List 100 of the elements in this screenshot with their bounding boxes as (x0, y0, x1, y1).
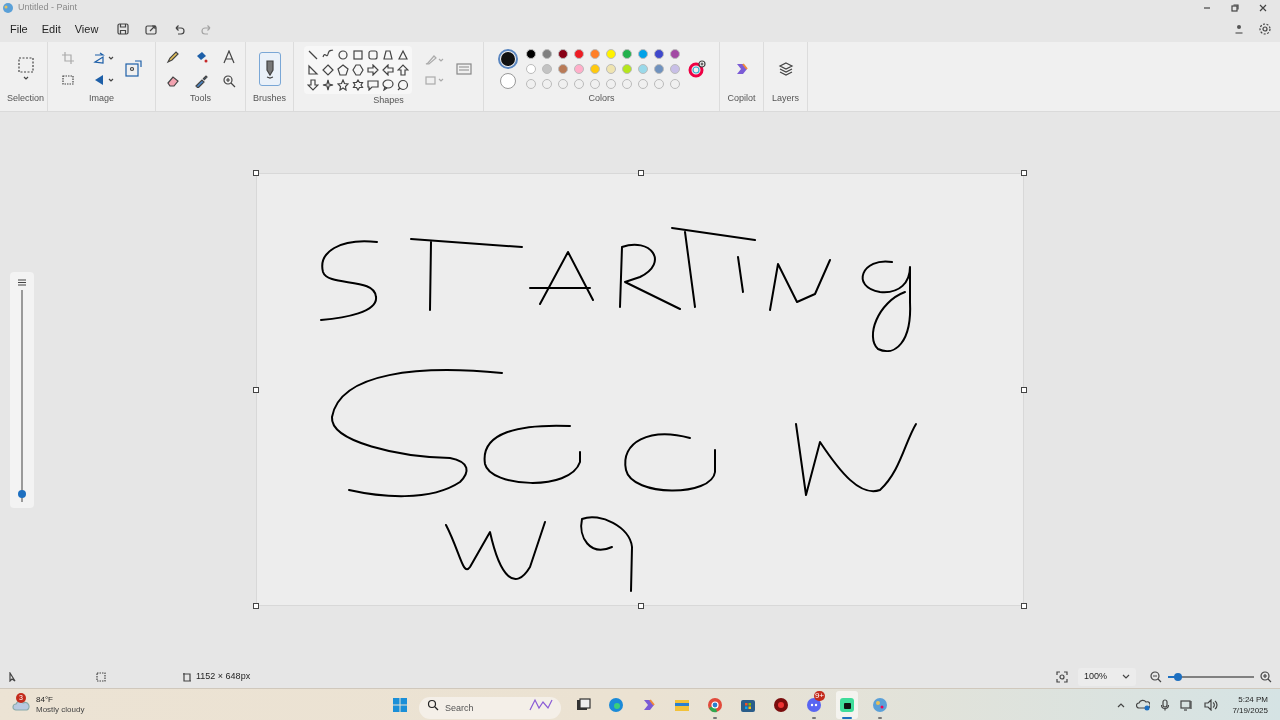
layers-icon[interactable] (777, 60, 794, 77)
notification-badge: 9+ (813, 690, 825, 701)
color-swatch[interactable] (525, 63, 536, 74)
image-grid-icon[interactable] (60, 72, 75, 87)
secondary-color-button[interactable] (499, 72, 516, 89)
running-indicator (878, 716, 882, 719)
menu-item[interactable]: File (4, 18, 34, 40)
app-icon (773, 696, 789, 713)
color-swatch[interactable] (541, 63, 552, 74)
color-swatch[interactable] (525, 48, 536, 59)
brush-size-thumb[interactable] (18, 489, 26, 498)
color-swatch[interactable] (653, 63, 664, 74)
resize-handle[interactable] (253, 602, 259, 609)
shape-icon[interactable] (321, 64, 334, 76)
app-icon (806, 696, 822, 713)
taskbar-app[interactable]: 9+ (803, 690, 825, 719)
shape-icon[interactable] (306, 49, 319, 61)
color-swatch[interactable] (605, 48, 616, 59)
color-swatch[interactable] (621, 63, 632, 74)
color-swatch[interactable] (669, 63, 680, 74)
color-swatch[interactable] (637, 48, 648, 59)
onedrive-icon[interactable] (1136, 698, 1151, 711)
color-swatch[interactable] (557, 48, 568, 59)
stroke-width-icon (17, 278, 27, 286)
resize-handle[interactable] (638, 602, 644, 609)
resize-handle[interactable] (1021, 386, 1027, 393)
color-swatch[interactable] (653, 48, 664, 59)
taskbar-app[interactable] (836, 690, 858, 719)
color-picker-icon[interactable] (193, 73, 208, 88)
shape-icon[interactable] (321, 79, 334, 91)
shape-icon[interactable] (351, 79, 364, 91)
settings-icon[interactable] (1258, 22, 1272, 36)
canvas-size-icon (182, 672, 192, 682)
save-icon[interactable] (116, 22, 131, 36)
color-swatch[interactable] (573, 48, 584, 59)
network-icon[interactable] (1180, 698, 1195, 711)
color-swatch[interactable] (589, 63, 600, 74)
restore-icon[interactable] (1230, 3, 1240, 13)
microphone-icon[interactable] (1160, 698, 1171, 711)
shape-icon[interactable] (366, 79, 379, 91)
shape-icon[interactable] (366, 64, 379, 76)
color-swatch[interactable] (605, 63, 616, 74)
group-label: Tools (190, 91, 211, 105)
color-swatch[interactable] (573, 63, 584, 74)
text-tool-icon[interactable] (221, 49, 236, 64)
color-swatch[interactable] (637, 63, 648, 74)
shape-icon[interactable] (306, 79, 319, 91)
pencil-icon[interactable] (165, 49, 180, 64)
shape-icon[interactable] (366, 49, 379, 61)
magnifier-icon[interactable] (221, 73, 236, 88)
resize-handle[interactable] (1021, 169, 1027, 176)
shape-icon[interactable] (306, 64, 319, 76)
group-label: Colors (588, 91, 615, 105)
resize-handle[interactable] (638, 169, 644, 176)
share-icon[interactable] (144, 22, 159, 36)
edit-colors-icon[interactable] (687, 59, 706, 78)
window-title: Untitled - Paint (18, 1, 78, 15)
select-icon[interactable] (16, 55, 35, 82)
chat-bubble-icon (839, 696, 855, 713)
shape-icon[interactable] (336, 64, 349, 76)
color-swatch[interactable] (669, 48, 680, 59)
search-icon (427, 698, 439, 711)
close-icon[interactable] (1258, 3, 1268, 13)
color-swatch[interactable] (557, 63, 568, 74)
shape-icon[interactable] (396, 79, 409, 91)
app-icon (575, 696, 591, 713)
zoom-in-icon[interactable] (1260, 671, 1272, 683)
color-swatch[interactable] (541, 48, 552, 59)
clock-date[interactable]: 7/19/2025 (1232, 704, 1268, 716)
resize-handle[interactable] (253, 169, 259, 176)
shape-icon[interactable] (381, 64, 394, 76)
brushes-button[interactable] (258, 51, 281, 86)
resize-handle[interactable] (253, 386, 259, 393)
shape-icon[interactable] (336, 49, 349, 61)
search-field[interactable]: Search (419, 696, 561, 719)
color-swatch[interactable] (621, 48, 632, 59)
clock-time[interactable]: 5:24 PM (1238, 693, 1268, 705)
menu-item[interactable]: Edit (35, 18, 67, 40)
zoom-value: 100% (1084, 670, 1108, 684)
shape-icon[interactable] (336, 79, 349, 91)
shape-icon[interactable] (351, 49, 364, 61)
fit-to-window-icon[interactable] (1056, 671, 1068, 683)
zoom-out-icon[interactable] (1150, 671, 1162, 683)
resize-icon[interactable] (122, 58, 143, 79)
rotate-icon[interactable] (92, 50, 115, 65)
running-indicator (713, 716, 717, 719)
account-icon[interactable] (1234, 23, 1244, 35)
start-icon[interactable] (392, 696, 408, 713)
volume-icon[interactable] (1204, 698, 1219, 711)
shape-icon[interactable] (381, 79, 394, 91)
canvas-size-text: 1152 × 648px (196, 670, 251, 684)
resize-handle[interactable] (1021, 602, 1027, 609)
menu-item[interactable]: View (68, 18, 105, 40)
zoom-slider-thumb[interactable] (1174, 673, 1183, 681)
shape-icon[interactable] (351, 64, 364, 76)
shape-icon[interactable] (396, 64, 409, 76)
zoom-dropdown[interactable]: 100% (1078, 668, 1136, 686)
shape-icon[interactable] (396, 49, 409, 61)
color-swatch[interactable] (589, 48, 600, 59)
shape-icon[interactable] (381, 49, 394, 61)
